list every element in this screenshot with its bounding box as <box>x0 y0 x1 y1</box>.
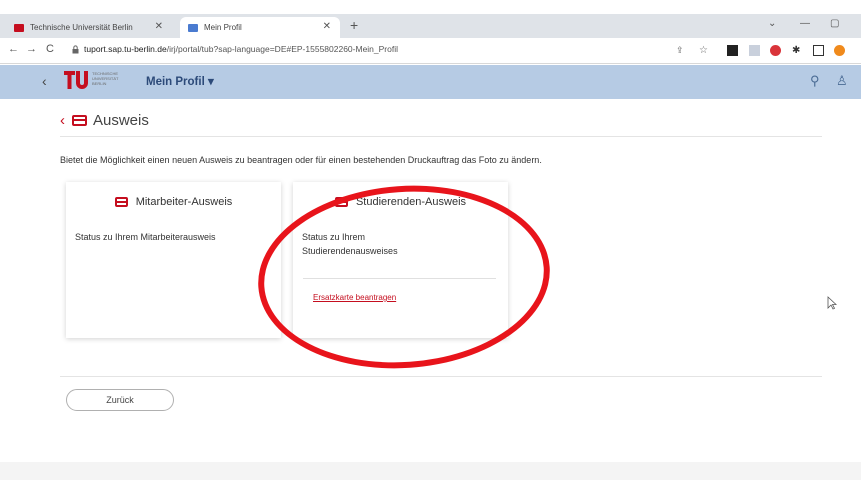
url-domain: tuport.sap.tu-berlin.de <box>84 44 167 54</box>
tu-favicon-icon <box>14 23 24 32</box>
extension-icon[interactable] <box>727 45 738 56</box>
back-arrow-icon[interactable]: ← <box>8 43 19 55</box>
browser-tab-bar: Technische Universität Berlin ✕ Mein Pro… <box>0 14 861 38</box>
close-tab-icon[interactable]: ✕ <box>323 21 331 32</box>
tile-status: Status zu Ihrem Mitarbeiterausweis <box>75 232 216 242</box>
divider <box>60 376 822 377</box>
tile-mitarbeiter-ausweis[interactable]: Mitarbeiter-Ausweis Status zu Ihrem Mita… <box>66 182 281 338</box>
page-description: Bietet die Möglichkeit einen neuen Auswe… <box>60 155 542 165</box>
forward-arrow-icon[interactable]: → <box>26 43 37 55</box>
logo-text: TECHNISCHE UNIVERSITÄT BERLIN <box>92 71 119 86</box>
page-title: Ausweis <box>93 112 149 129</box>
divider <box>60 136 822 137</box>
id-card-icon <box>72 115 87 126</box>
sidebar-icon[interactable] <box>813 45 824 56</box>
url-field[interactable]: tuport.sap.tu-berlin.de/irj/portal/tub?s… <box>84 44 398 54</box>
lock-icon <box>72 45 79 54</box>
bookmark-star-icon[interactable]: ☆ <box>699 45 710 56</box>
browser-tab-mein-profil[interactable]: Mein Profil ✕ <box>180 17 340 38</box>
share-icon[interactable]: ⇪ <box>676 45 687 56</box>
portal-favicon-icon <box>188 23 198 32</box>
tab-title: Technische Universität Berlin <box>30 23 133 32</box>
extensions-puzzle-icon[interactable]: ✱ <box>792 45 803 56</box>
user-icon[interactable]: ♙ <box>836 73 848 89</box>
id-card-icon <box>114 197 128 207</box>
restore-icon[interactable]: ▢ <box>830 18 839 29</box>
zurueck-button[interactable]: Zurück <box>66 389 174 411</box>
profile-avatar-icon[interactable] <box>834 45 845 56</box>
browser-tab-tu-berlin[interactable]: Technische Universität Berlin ✕ <box>6 17 172 38</box>
mouse-cursor-icon <box>827 296 837 310</box>
minimize-icon[interactable]: — <box>800 18 810 29</box>
extension-icon[interactable] <box>770 45 781 56</box>
address-bar: ← → C tuport.sap.tu-berlin.de/irj/portal… <box>0 38 861 64</box>
top-strip <box>0 0 861 14</box>
tile-title: Mitarbeiter-Ausweis <box>135 196 233 208</box>
search-icon[interactable]: ⚲ <box>810 73 820 89</box>
extension-icon[interactable] <box>749 45 760 56</box>
tab-search-icon[interactable]: ⌄ <box>768 18 776 29</box>
back-chevron-icon[interactable]: ‹ <box>60 112 65 129</box>
tile-header: Mitarbeiter-Ausweis <box>66 196 281 208</box>
close-tab-icon[interactable]: ✕ <box>155 21 163 32</box>
reload-icon[interactable]: C <box>46 43 54 55</box>
tab-title: Mein Profil <box>204 23 242 32</box>
page-footer <box>0 462 861 480</box>
new-tab-icon[interactable]: + <box>350 17 358 33</box>
profile-menu-dropdown[interactable]: Mein Profil ▾ <box>146 74 214 88</box>
portal-header: ‹ TECHNISCHE UNIVERSITÄT BERLIN Mein Pro… <box>0 65 861 99</box>
url-path: /irj/portal/tub?sap-language=DE#EP-15558… <box>166 44 399 54</box>
tu-berlin-logo <box>64 71 88 89</box>
page-title-row: ‹ Ausweis <box>60 112 149 129</box>
chevron-left-icon[interactable]: ‹ <box>42 73 47 89</box>
